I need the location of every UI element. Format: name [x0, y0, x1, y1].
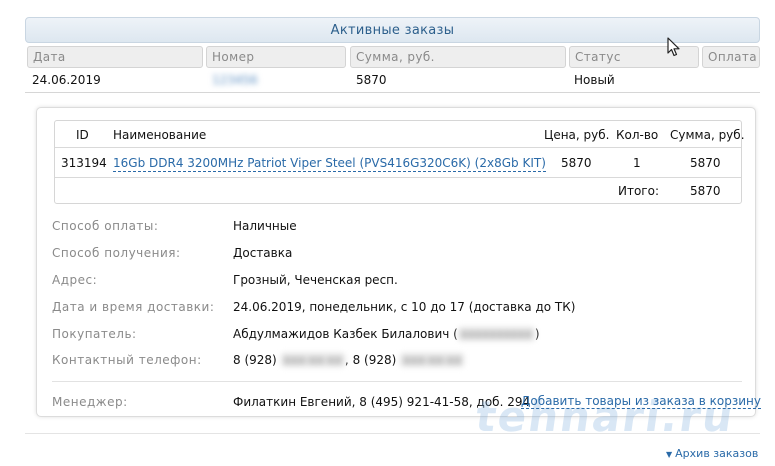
delivery-method-value: Доставка	[233, 246, 293, 260]
phone2-masked: xxx-xx-xx	[400, 353, 465, 367]
manager-label: Менеджер:	[52, 395, 128, 409]
phone-separator: ,	[344, 353, 353, 367]
divider	[55, 177, 741, 178]
items-header-total: Сумма, руб.	[670, 128, 745, 142]
phone1-masked: xxx-xx-xx	[280, 353, 345, 367]
buyer-name: Абдулмажидов Казбек Билалович (	[233, 327, 458, 341]
total-label: Итого:	[618, 184, 659, 198]
payment-method-value: Наличные	[233, 219, 297, 233]
payment-method-label: Способ оплаты:	[52, 219, 159, 233]
product-link[interactable]: 16Gb DDR4 3200MHz Patriot Viper Steel (P…	[113, 156, 546, 172]
column-header-date[interactable]: Дата	[27, 46, 203, 68]
divider	[25, 433, 760, 434]
buyer-masked: xxxxxxxxxx	[457, 327, 535, 341]
order-date: 24.06.2019	[32, 73, 101, 87]
contact-phone-label: Контактный телефон:	[52, 353, 202, 367]
items-header-price: Цена, руб.	[544, 128, 610, 142]
item-id: 313194	[61, 156, 107, 170]
order-status: Новый	[574, 73, 615, 87]
order-sum: 5870	[356, 73, 387, 87]
delivery-method-label: Способ получения:	[52, 246, 181, 260]
items-header-id: ID	[76, 128, 89, 142]
add-to-cart-link[interactable]: Добавить товары из заказа в корзину	[521, 394, 761, 409]
divider	[52, 381, 742, 382]
item-price: 5870	[561, 156, 592, 170]
address-value: Грозный, Чеченская респ.	[233, 273, 398, 287]
buyer-label: Покупатель:	[52, 327, 137, 341]
triangle-down-icon: ▼	[666, 450, 673, 459]
items-header-qty: Кол-во	[616, 128, 659, 142]
mouse-cursor-icon	[667, 37, 680, 57]
item-qty: 1	[633, 156, 641, 170]
delivery-datetime-value: 24.06.2019, понедельник, с 10 до 17 (дос…	[233, 300, 576, 314]
divider	[55, 147, 741, 148]
item-total: 5870	[690, 156, 721, 170]
contact-phone-value: 8 (928) xxx-xx-xx, 8 (928) xxx-xx-xx	[233, 353, 465, 367]
orders-archive-link[interactable]: ▼ Архив заказов	[666, 447, 758, 460]
buyer-close: )	[534, 327, 540, 341]
buyer-value: Абдулмажидов Казбек Билалович (xxxxxxxxx…	[233, 327, 540, 341]
column-header-sum[interactable]: Сумма, руб.	[350, 46, 566, 68]
order-number[interactable]: 123456	[212, 73, 258, 87]
active-orders-title[interactable]: Активные заказы	[25, 17, 760, 43]
items-header-name: Наименование	[113, 128, 207, 142]
address-label: Адрес:	[52, 273, 98, 287]
delivery-datetime-label: Дата и время доставки:	[52, 300, 215, 314]
item-name[interactable]: 16Gb DDR4 3200MHz Patriot Viper Steel (P…	[113, 156, 546, 172]
column-header-number[interactable]: Номер	[206, 46, 346, 68]
divider	[25, 92, 760, 93]
column-header-payment[interactable]: Оплата	[702, 46, 760, 68]
phone1-prefix: 8 (928)	[233, 353, 277, 367]
phone2-prefix: 8 (928)	[352, 353, 397, 367]
total-value: 5870	[690, 184, 721, 198]
archive-link-label[interactable]: Архив заказов	[675, 447, 758, 460]
